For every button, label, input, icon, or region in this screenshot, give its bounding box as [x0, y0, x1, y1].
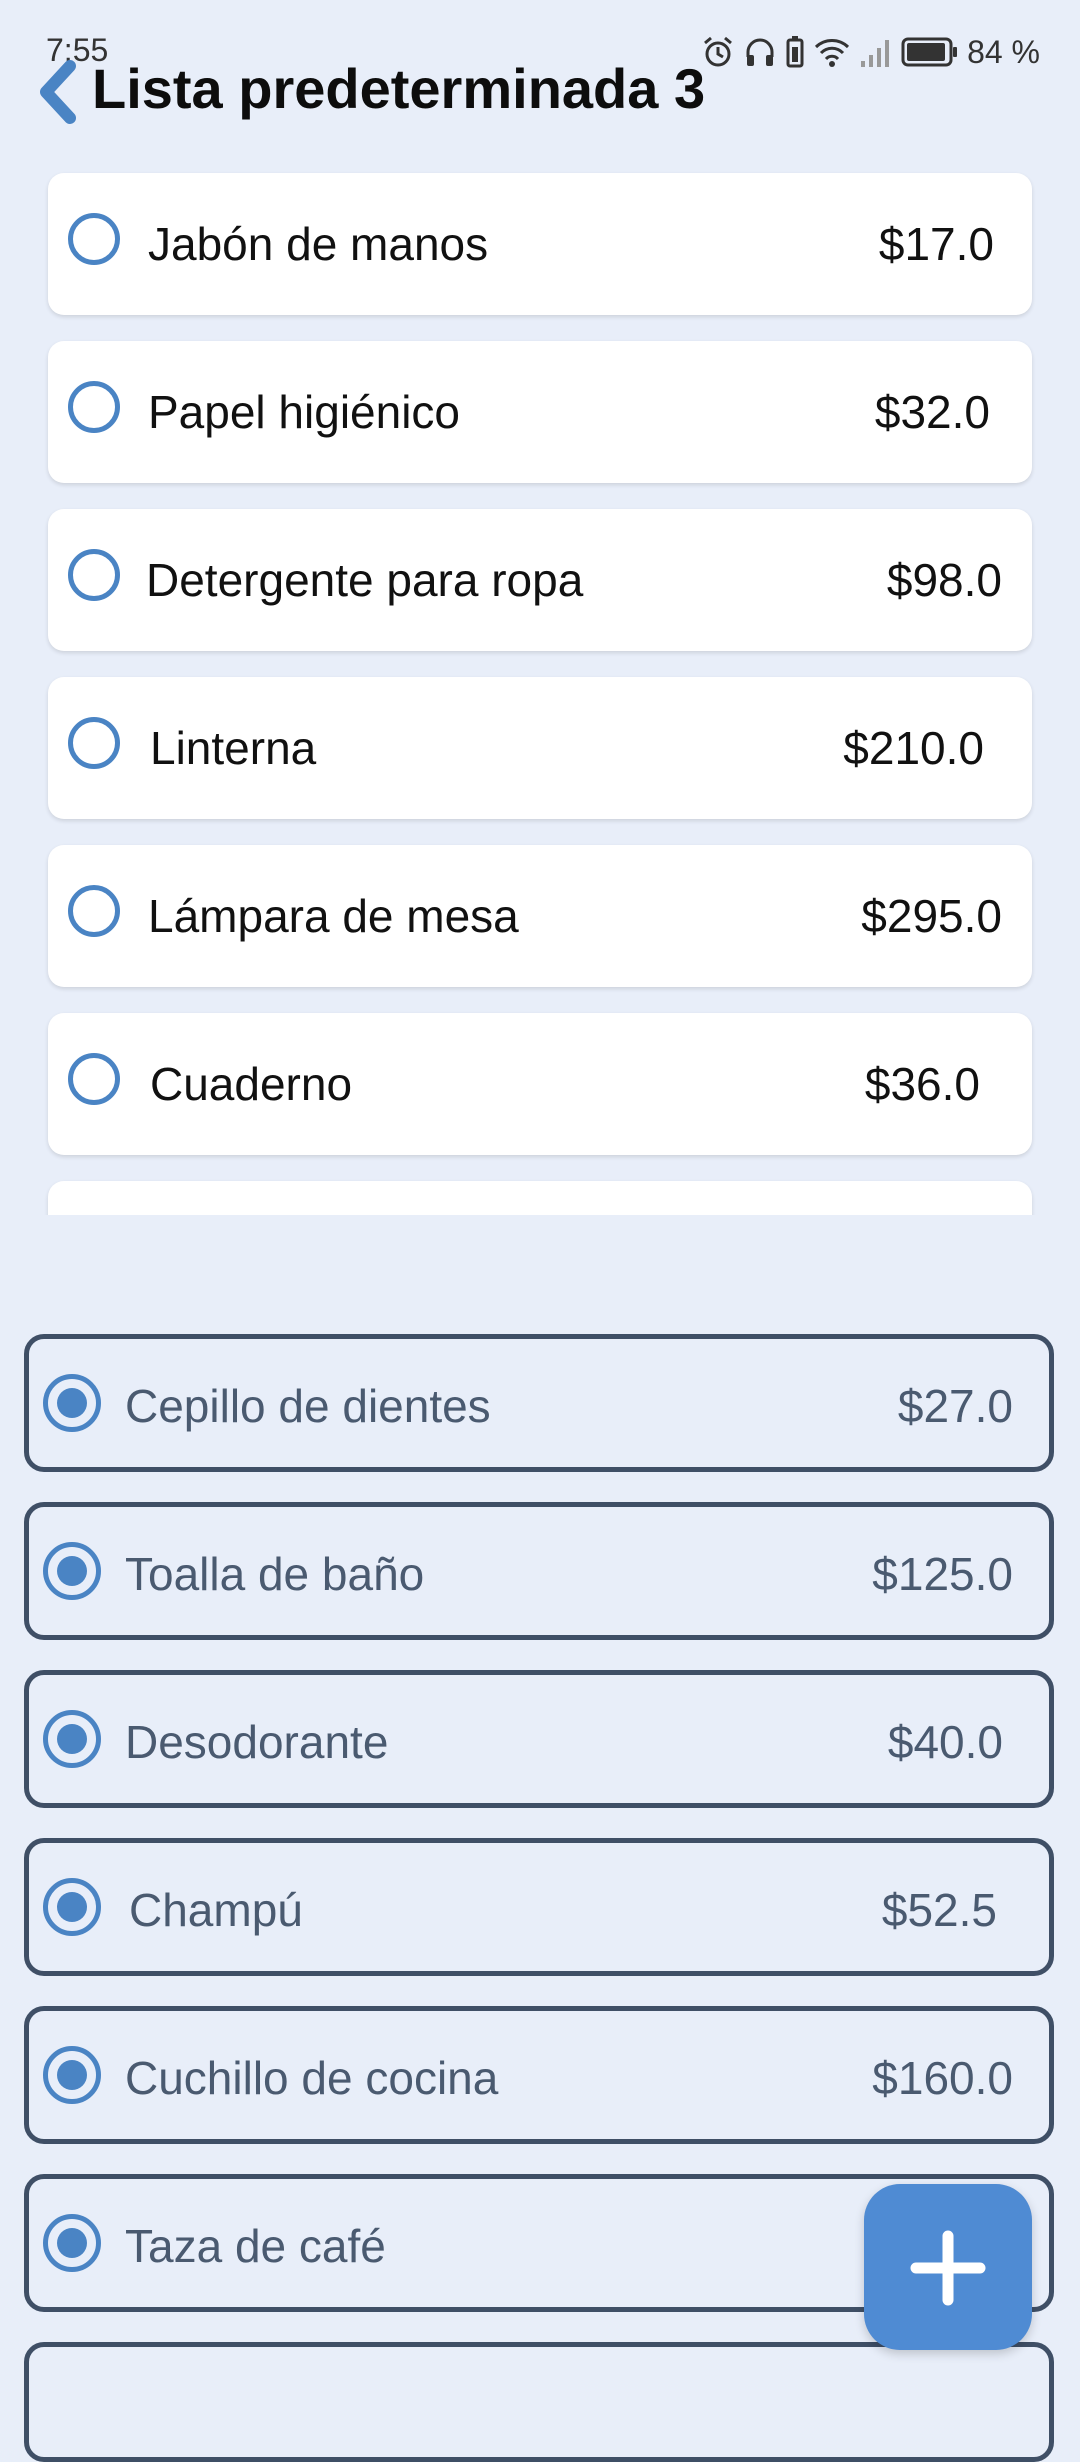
list-item[interactable]: Lámpara de mesa $295.0 — [48, 845, 1032, 987]
radio-checked-icon[interactable] — [43, 1878, 101, 1936]
item-name: Cuchillo de cocina — [125, 2052, 499, 2104]
item-price: $17.0 — [878, 218, 994, 270]
item-name: Lámpara de mesa — [148, 890, 519, 942]
item-name: Cepillo de dientes — [125, 1380, 491, 1432]
item-name: Desodorante — [125, 1716, 389, 1768]
radio-unchecked-icon[interactable] — [68, 717, 120, 769]
item-price: $160.0 — [872, 2052, 1013, 2104]
item-price: $295.0 — [861, 890, 1002, 942]
radio-checked-icon[interactable] — [43, 1374, 101, 1432]
item-name: Linterna — [150, 722, 317, 774]
list-item-partial[interactable] — [48, 1181, 1032, 1215]
item-price: $125.0 — [872, 1548, 1013, 1600]
list-item[interactable]: Papel higiénico $32.0 — [48, 341, 1032, 483]
item-price: $40.0 — [887, 1716, 1003, 1768]
item-name: Toalla de baño — [125, 1548, 425, 1600]
radio-unchecked-icon[interactable] — [68, 885, 120, 937]
checked-list-item[interactable]: Champú $52.5 — [24, 1838, 1054, 1976]
checked-list-item[interactable]: Desodorante $40.0 — [24, 1670, 1054, 1808]
checked-list-item[interactable]: Cuchillo de cocina $160.0 — [24, 2006, 1054, 2144]
app-header: Lista predeterminada 3 — [0, 46, 1080, 136]
checked-list-item[interactable]: Cepillo de dientes $27.0 — [24, 1334, 1054, 1472]
page-title: Lista predeterminada 3 — [92, 57, 706, 120]
list-item[interactable]: Linterna $210.0 — [48, 677, 1032, 819]
item-name: Detergente para ropa — [146, 554, 584, 606]
chevron-left-icon[interactable] — [34, 60, 84, 124]
radio-unchecked-icon[interactable] — [68, 213, 120, 265]
item-price: $36.0 — [864, 1058, 980, 1110]
list-item[interactable]: Detergente para ropa $98.0 — [48, 509, 1032, 651]
radio-unchecked-icon[interactable] — [68, 381, 120, 433]
item-name: Taza de café — [125, 2220, 386, 2272]
item-name: Jabón de manos — [148, 218, 489, 270]
add-item-button[interactable] — [864, 2184, 1032, 2350]
list-item[interactable]: Jabón de manos $17.0 — [48, 173, 1032, 315]
radio-checked-icon[interactable] — [43, 1710, 101, 1768]
radio-checked-icon[interactable] — [43, 2046, 101, 2104]
item-name: Papel higiénico — [148, 386, 461, 438]
item-price: $210.0 — [843, 722, 984, 774]
item-name: Cuaderno — [150, 1058, 353, 1110]
list-item[interactable]: Cuaderno $36.0 — [48, 1013, 1032, 1155]
item-price: $32.0 — [874, 386, 990, 438]
checked-list-item[interactable]: Toalla de baño $125.0 — [24, 1502, 1054, 1640]
item-price: $27.0 — [897, 1380, 1013, 1432]
radio-unchecked-icon[interactable] — [68, 1053, 120, 1105]
checked-list-item-partial[interactable] — [24, 2342, 1054, 2462]
item-name: Champú — [129, 1884, 303, 1936]
radio-checked-icon[interactable] — [43, 1542, 101, 1600]
item-price: $98.0 — [886, 554, 1002, 606]
radio-checked-icon[interactable] — [43, 2214, 101, 2272]
pending-items-list[interactable]: Jabón de manos $17.0 Papel higiénico $32… — [0, 170, 1080, 1215]
item-price: $52.5 — [881, 1884, 997, 1936]
radio-unchecked-icon[interactable] — [68, 549, 120, 601]
